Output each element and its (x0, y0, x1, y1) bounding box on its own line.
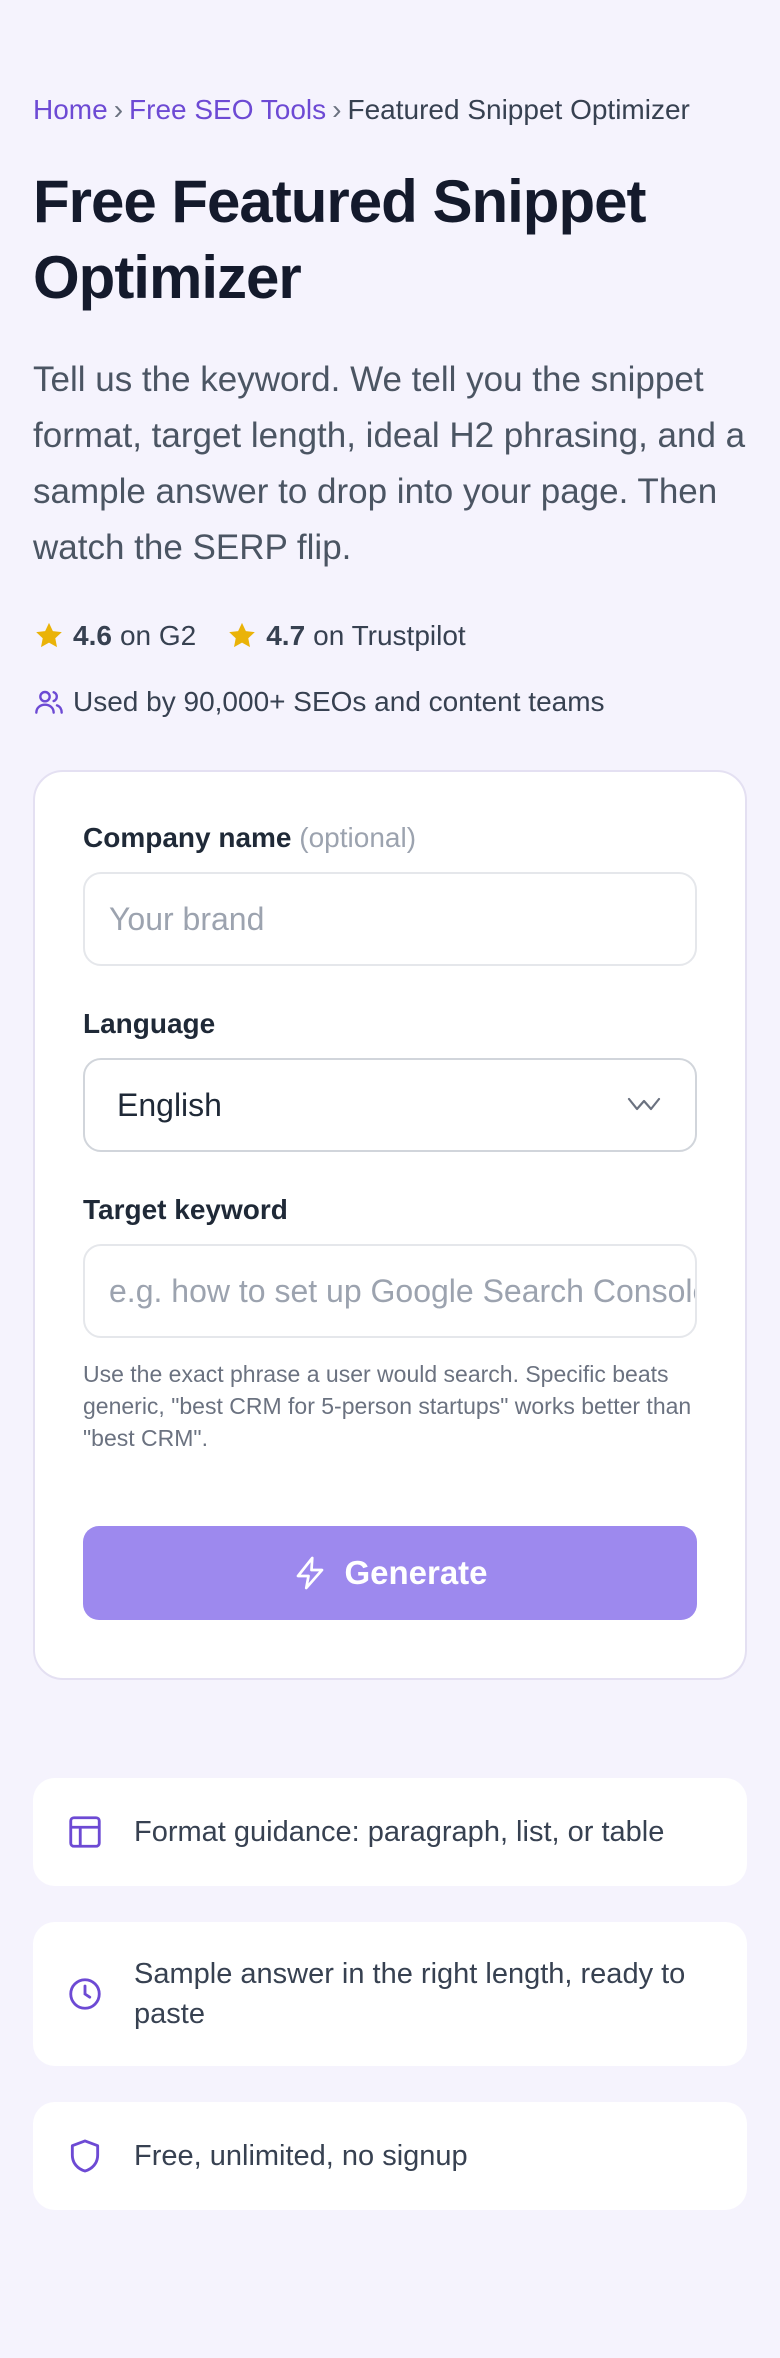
target-keyword-placeholder: e.g. how to set up Google Search Console (109, 1272, 697, 1309)
company-name-input[interactable]: Your brand (83, 872, 697, 966)
feature-text: Sample answer in the right length, ready… (134, 1958, 686, 2030)
target-keyword-label: Target keyword (83, 1194, 288, 1225)
rating-source: on G2 (119, 620, 197, 651)
lightning-icon (297, 1556, 324, 1590)
layout-icon (69, 1816, 101, 1848)
rating-source: on Trustpilot (313, 620, 466, 651)
rating-g2: 4.6 on G2 (33, 620, 196, 652)
language-select[interactable]: English (83, 1058, 697, 1152)
users-social-proof: Used by 90,000+ SEOs and content teams (33, 686, 747, 718)
ratings-row: 4.6 on G2 4.7 on Trustpilot (33, 620, 747, 652)
star-icon (229, 622, 256, 648)
keyword-hint: Use the exact phrase a user would search… (83, 1361, 692, 1451)
breadcrumb-tools-link[interactable]: Free SEO Tools (129, 94, 326, 125)
star-icon (36, 622, 62, 648)
breadcrumb: Home › Free SEO Tools › Featured Snippet Opt… (33, 90, 747, 130)
language-label: Language (83, 1008, 216, 1039)
breadcrumb-home-link[interactable]: Home (33, 94, 108, 125)
generate-button[interactable]: Generate (83, 1526, 697, 1620)
users-text: Used by 90,000+ SEOs and content teams (73, 686, 605, 717)
optional-tag: (optional) (299, 822, 417, 853)
breadcrumb-separator: › (332, 94, 342, 125)
page: Home › Free SEO Tools › Featured Snippet Opt… (0, 0, 780, 2210)
feature-item: Free, unlimited, no signup (33, 2102, 747, 2210)
breadcrumb-separator: › (113, 94, 124, 125)
shield-icon (70, 2139, 100, 2173)
company-name-label-text: Company name (83, 822, 292, 853)
feature-item: Format guidance: paragraph, list, or tab… (33, 1778, 747, 1886)
company-name-placeholder: Your brand (109, 900, 265, 937)
rating-score: 4.6 (73, 620, 112, 651)
snippet-form-card: Company name (optional) Your brand Langu… (33, 770, 747, 1680)
users-icon (35, 690, 63, 714)
breadcrumb-current: Featured Snippet Optimizer (347, 94, 690, 125)
feature-list: Format guidance: paragraph, list, or tab… (33, 1778, 747, 2210)
page-title: Free Featured Snippet Optimizer (33, 168, 646, 311)
chevron-down-icon (627, 1097, 661, 1111)
feature-item: Sample answer in the right length, ready… (33, 1922, 747, 2066)
page-subtitle: Tell us the keyword. We tell you the sni… (33, 360, 746, 567)
rating-score: 4.7 (266, 620, 306, 651)
language-selected-value: English (117, 1086, 222, 1123)
target-keyword-input[interactable]: e.g. how to set up Google Search Console (83, 1244, 697, 1338)
clock-icon (69, 1978, 101, 2010)
generate-button-label: Generate (344, 1554, 488, 1591)
company-name-label: Company name (optional) (83, 820, 697, 856)
feature-text: Free, unlimited, no signup (134, 2140, 468, 2172)
rating-trustpilot: 4.7 on Trustpilot (226, 620, 466, 652)
feature-text: Format guidance: paragraph, list, or tab… (134, 1816, 665, 1848)
